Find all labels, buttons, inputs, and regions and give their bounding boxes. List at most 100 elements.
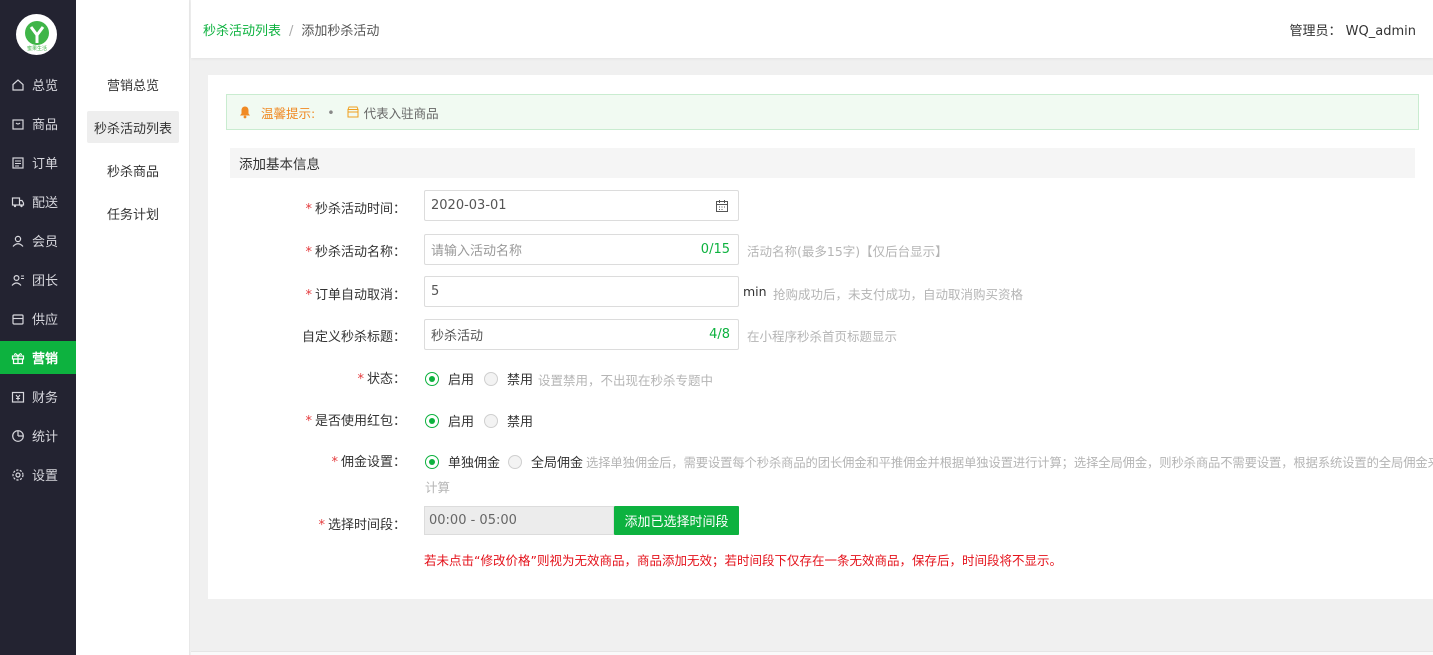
- field-hint: 设置禁用，不出现在秒杀专题中: [538, 373, 714, 388]
- field-hint-continued: 计算: [425, 480, 451, 495]
- home-icon: [12, 78, 24, 91]
- section-title: 添加基本信息: [230, 148, 1415, 178]
- nav-label: 配送: [32, 196, 59, 211]
- bell-icon: [240, 106, 250, 119]
- shop-icon: [347, 106, 359, 118]
- time-slot-select[interactable]: 00:00 - 05:00: [424, 506, 614, 535]
- radio-label: 启用: [448, 373, 475, 388]
- member-icon: [12, 235, 24, 247]
- field-label: * 秒杀活动名称：: [305, 245, 406, 260]
- goods-icon: [12, 118, 24, 130]
- main-sidebar: 蜜果生活 总览 商品 订单 配送 会员 团长 供应 营销 财务 统计 设置: [0, 0, 76, 655]
- tip-bullet: •: [327, 104, 335, 120]
- radio-label: 禁用: [507, 415, 534, 430]
- radio-label: 全局佣金: [531, 456, 584, 471]
- breadcrumb: 秒杀活动列表 / 添加秒杀活动: [203, 20, 379, 39]
- svg-text:蜜果生活: 蜜果生活: [26, 45, 46, 52]
- add-time-slot-button[interactable]: 添加已选择时间段: [614, 506, 739, 535]
- commission-global-radio[interactable]: 全局佣金: [508, 452, 583, 471]
- activity-name-input[interactable]: 请输入活动名称 0/15: [424, 234, 739, 265]
- field-label: * 订单自动取消：: [305, 288, 406, 303]
- radio-dot: [425, 371, 439, 386]
- nav-item-overview[interactable]: 总览: [0, 68, 76, 101]
- tip-title: 温馨提示:: [261, 105, 316, 121]
- radio-label: 启用: [448, 415, 475, 430]
- field-hint: 抢购成功后，未支付成功，自动取消购买资格: [773, 287, 1024, 302]
- nav-item-settings[interactable]: 设置: [0, 458, 76, 491]
- logo-mark: 蜜果生活: [24, 20, 49, 52]
- char-counter: 0/15: [700, 242, 730, 257]
- submenu-label: 任务计划: [106, 207, 159, 223]
- nav-label: 总览: [32, 79, 59, 94]
- nav-item-goods[interactable]: 商品: [0, 107, 76, 140]
- delivery-icon: [11, 196, 25, 207]
- redpack-disable-radio[interactable]: 禁用: [484, 411, 533, 430]
- field-label-text: 佣金设置：: [340, 455, 406, 470]
- auto-cancel-input[interactable]: 5: [424, 276, 739, 307]
- breadcrumb-separator: /: [289, 24, 294, 39]
- calendar-icon[interactable]: [715, 199, 729, 213]
- field-hint: 选择单独佣金后，需要设置每个秒杀商品的团长佣金和平推佣金并根据单独设置进行计算；…: [586, 456, 1433, 470]
- submenu-seckill-goods[interactable]: 秒杀商品: [87, 154, 179, 186]
- nav-label: 营销: [32, 352, 59, 367]
- nav-label: 商品: [32, 118, 59, 133]
- field-label-text: 订单自动取消：: [314, 288, 406, 303]
- submenu-task-plan[interactable]: 任务计划: [87, 197, 179, 229]
- field-label-text: 秒杀活动名称：: [314, 245, 406, 260]
- nav-item-leaders[interactable]: 团长: [0, 263, 76, 296]
- commission-single-radio[interactable]: 单独佣金: [425, 452, 500, 471]
- field-label-text: 自定义秒杀标题：: [301, 330, 406, 345]
- page-footer: [191, 651, 1433, 655]
- char-counter: 4/8: [709, 327, 730, 342]
- field-label-text: 是否使用红包：: [314, 414, 406, 429]
- field-hint: 在小程序秒杀首页标题显示: [747, 329, 898, 344]
- radio-dot: [425, 413, 439, 428]
- radio-label: 单独佣金: [448, 456, 501, 471]
- nav-label: 订单: [32, 157, 59, 172]
- field-hint: 活动名称(最多15字)【仅后台显示】: [747, 244, 948, 259]
- submenu-seckill-list[interactable]: 秒杀活动列表: [87, 111, 179, 143]
- form-card: 温馨提示: • 代表入驻商品 添加基本信息 * 秒杀活动时间： 2020-03-0…: [208, 75, 1433, 599]
- gear-icon: [12, 468, 24, 481]
- field-label: * 佣金设置：: [331, 455, 406, 470]
- tip-banner: 温馨提示: • 代表入驻商品: [226, 94, 1419, 130]
- redpack-enable-radio[interactable]: 启用: [425, 411, 474, 430]
- nav-item-stats[interactable]: 统计: [0, 419, 76, 452]
- breadcrumb-parent-link[interactable]: 秒杀活动列表: [203, 24, 281, 39]
- submenu-marketing-overview[interactable]: 营销总览: [87, 68, 179, 100]
- submenu-label: 秒杀活动列表: [93, 121, 172, 137]
- nav-label: 设置: [32, 469, 59, 484]
- field-label: * 状态：: [357, 372, 406, 387]
- field-label: * 选择时间段：: [318, 518, 406, 533]
- radio-dot: [508, 454, 522, 469]
- nav-label: 财务: [32, 391, 59, 406]
- activity-date-picker[interactable]: 2020-03-01: [424, 190, 739, 221]
- custom-title-input[interactable]: 秒杀活动 4/8: [424, 319, 739, 350]
- nav-item-marketing[interactable]: 营销: [0, 341, 76, 374]
- top-header: 秒杀活动列表 / 添加秒杀活动 管理员： WQ_admin: [191, 0, 1433, 58]
- nav-label: 统计: [32, 430, 59, 445]
- nav-item-supply[interactable]: 供应: [0, 302, 76, 335]
- radio-dot: [484, 413, 498, 428]
- submenu-label: 营销总览: [106, 78, 159, 94]
- field-label-text: 状态：: [366, 372, 406, 387]
- stats-icon: [12, 429, 24, 442]
- brand-logo[interactable]: 蜜果生活: [16, 14, 57, 55]
- breadcrumb-current: 添加秒杀活动: [301, 24, 380, 39]
- finance-icon: [11, 391, 25, 403]
- nav-item-orders[interactable]: 订单: [0, 146, 76, 179]
- nav-item-finance[interactable]: 财务: [0, 380, 76, 413]
- nav-label: 供应: [32, 313, 59, 328]
- gift-icon: [11, 352, 25, 364]
- field-label-text: 选择时间段：: [327, 518, 406, 533]
- sub-menu: 营销总览 秒杀活动列表 秒杀商品 任务计划: [76, 0, 190, 655]
- nav-item-members[interactable]: 会员: [0, 224, 76, 257]
- status-enable-radio[interactable]: 启用: [425, 369, 474, 388]
- unit-label: min: [743, 284, 767, 299]
- nav-item-delivery[interactable]: 配送: [0, 185, 76, 218]
- field-label: 自定义秒杀标题：: [302, 326, 406, 345]
- field-label: * 是否使用红包：: [305, 414, 406, 429]
- status-disable-radio[interactable]: 禁用: [484, 369, 533, 388]
- admin-user[interactable]: 管理员： WQ_admin: [1290, 20, 1416, 39]
- tip-text: 代表入驻商品: [363, 105, 439, 121]
